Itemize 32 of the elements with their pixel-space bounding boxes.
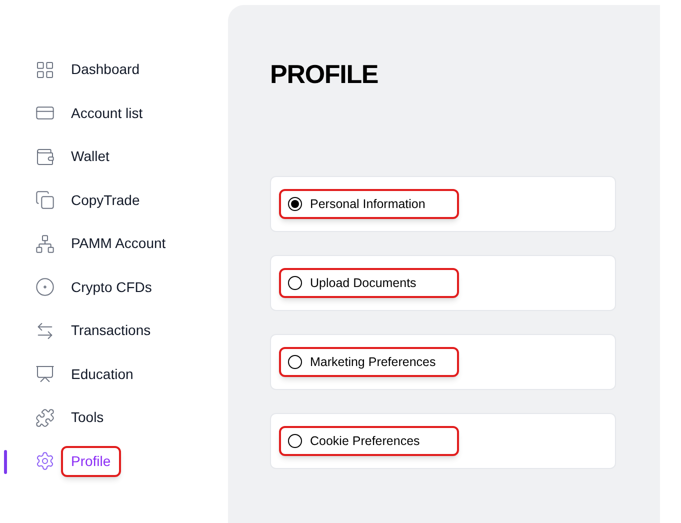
sidebar-item[interactable]: Tools bbox=[61, 402, 114, 434]
radio-option[interactable]: Cookie Preferences bbox=[279, 426, 459, 456]
sidebar-item[interactable]: CopyTrade bbox=[61, 184, 150, 216]
sidebar-item[interactable]: Education bbox=[61, 358, 144, 390]
page-title: PROFILE bbox=[270, 58, 380, 91]
option-label: Cookie Preferences bbox=[310, 432, 420, 450]
sidebar-item[interactable]: Crypto CFDs bbox=[61, 272, 162, 303]
sidebar-item[interactable]: Transactions bbox=[61, 315, 161, 346]
sidebar-item[interactable]: Account list bbox=[61, 98, 153, 129]
option-label: Marketing Preferences bbox=[310, 354, 436, 371]
option-label: Personal Information bbox=[310, 196, 426, 213]
sidebar-item[interactable]: PAMM Account bbox=[61, 228, 176, 260]
radio-button[interactable] bbox=[288, 355, 302, 369]
settings-icon bbox=[35, 451, 55, 472]
radio-option[interactable]: Personal Information bbox=[279, 189, 459, 219]
radio-button[interactable] bbox=[288, 197, 302, 211]
presentation-icon bbox=[35, 364, 55, 384]
sidebar-item[interactable]: Wallet bbox=[61, 141, 120, 172]
sidebar-item[interactable]: Profile bbox=[61, 446, 121, 477]
sidebar-item[interactable]: Dashboard bbox=[61, 54, 150, 86]
wallet-icon bbox=[35, 146, 55, 167]
radio-button[interactable] bbox=[288, 434, 302, 448]
hierarchy-icon bbox=[35, 234, 55, 254]
radio-button[interactable] bbox=[288, 276, 302, 290]
radio-option[interactable]: Marketing Preferences bbox=[279, 347, 459, 377]
copy-icon bbox=[35, 190, 55, 210]
puzzle-icon bbox=[35, 408, 55, 428]
grid-icon bbox=[35, 60, 55, 80]
option-label: Upload Documents bbox=[310, 274, 416, 292]
radio-option[interactable]: Upload Documents bbox=[279, 268, 459, 298]
exchange-icon bbox=[35, 320, 55, 341]
coin-icon bbox=[35, 277, 55, 298]
